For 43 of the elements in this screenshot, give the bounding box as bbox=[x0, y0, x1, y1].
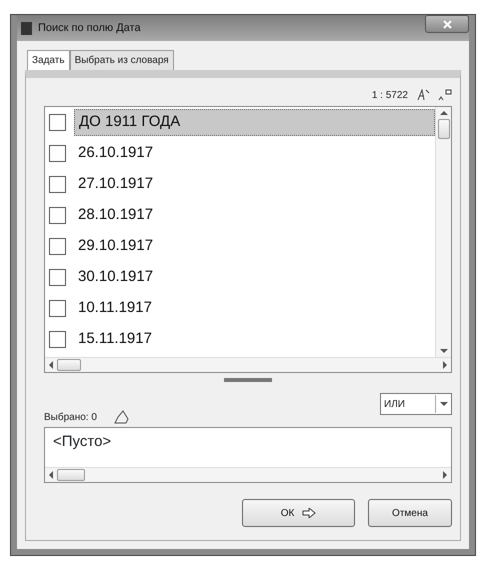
scroll-down-icon[interactable] bbox=[440, 349, 448, 353]
checkbox[interactable] bbox=[49, 331, 66, 348]
list-item[interactable]: 28.10.1917 bbox=[74, 203, 435, 228]
operator-dropdown[interactable]: ИЛИ bbox=[380, 393, 452, 415]
checkbox[interactable] bbox=[49, 300, 66, 317]
list-item[interactable]: 26.10.1917 bbox=[74, 141, 435, 166]
close-button[interactable] bbox=[425, 15, 469, 33]
ok-button[interactable]: ОК bbox=[242, 499, 355, 527]
tab[interactable]: Выбрать из словаря bbox=[70, 50, 174, 70]
list-item[interactable]: 29.10.1917 bbox=[74, 234, 435, 259]
checkbox[interactable] bbox=[49, 207, 66, 224]
scroll-left-icon[interactable] bbox=[49, 471, 53, 479]
scroll-right-icon[interactable] bbox=[443, 361, 447, 369]
checkbox[interactable] bbox=[49, 269, 66, 286]
record-counter: 1 : 5722 bbox=[372, 88, 408, 102]
tab[interactable]: Задать bbox=[27, 50, 70, 70]
list-item[interactable]: 10.11.1917 bbox=[74, 296, 435, 321]
checkbox[interactable] bbox=[49, 145, 66, 162]
scroll-right-icon[interactable] bbox=[443, 471, 447, 479]
arrow-icon bbox=[302, 508, 316, 518]
list-item[interactable]: 15.11.1917 bbox=[74, 327, 435, 352]
checkbox[interactable] bbox=[49, 114, 66, 131]
close-icon bbox=[442, 20, 452, 29]
cancel-button[interactable]: Отмена bbox=[368, 499, 452, 527]
selection-text: <Пусто> bbox=[52, 432, 112, 452]
scroll-left-icon[interactable] bbox=[49, 361, 53, 369]
scroll-up-icon[interactable] bbox=[440, 111, 448, 115]
selected-count: Выбрано: 0 bbox=[44, 410, 97, 424]
scrollbar-thumb[interactable] bbox=[57, 359, 81, 371]
scrollbar-thumb[interactable] bbox=[57, 469, 85, 481]
horizontal-scrollbar[interactable] bbox=[45, 357, 451, 372]
scrollbar-thumb[interactable] bbox=[438, 119, 450, 139]
dropdown-arrow-icon bbox=[440, 402, 448, 406]
checkbox[interactable] bbox=[49, 238, 66, 255]
window-icon bbox=[21, 22, 32, 34]
splitter-handle[interactable] bbox=[224, 378, 272, 382]
checkbox[interactable] bbox=[49, 176, 66, 193]
window-title: Поиск по полю Дата bbox=[38, 20, 141, 36]
list-item[interactable]: 27.10.1917 bbox=[74, 172, 435, 197]
vertical-scrollbar[interactable] bbox=[435, 107, 451, 357]
list-item[interactable]: 30.10.1917 bbox=[74, 265, 435, 290]
list-item[interactable]: ДО 1911 ГОДА bbox=[74, 109, 435, 136]
horizontal-scrollbar[interactable] bbox=[45, 467, 451, 482]
